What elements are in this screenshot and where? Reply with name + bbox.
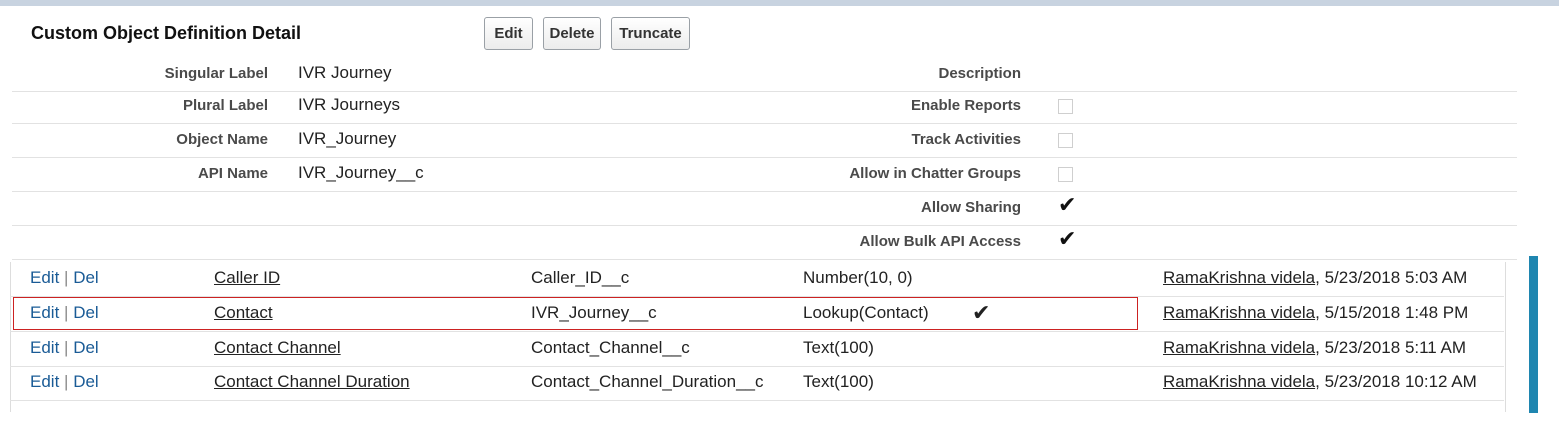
highlight-box [13, 297, 1138, 330]
object-name-label: Object Name [176, 131, 268, 148]
allow-chatter-groups-label: Allow in Chatter Groups [849, 165, 1021, 182]
plural-label-value: IVR Journeys [298, 95, 401, 114]
table-row: Edit | Del Contact Channel Duration Cont… [10, 366, 1504, 401]
field-data-type: Text(100) [803, 338, 874, 357]
top-border [0, 0, 1559, 6]
field-data-type: Text(100) [803, 372, 874, 391]
modified-by-link[interactable]: RamaKrishna videla [1163, 372, 1315, 391]
field-label-link[interactable]: Contact Channel [214, 338, 341, 358]
description-label: Description [938, 65, 1021, 82]
action-separator: | [64, 338, 69, 357]
plural-label-label: Plural Label [182, 97, 268, 114]
singular-label-value: IVR Journey [298, 63, 392, 82]
allow-chatter-groups-checkbox [1058, 167, 1073, 182]
detail-row-object-name: Object Name IVR_Journey Track Activities [12, 123, 1517, 158]
allow-bulk-api-check-icon: ✔ [1058, 226, 1077, 251]
detail-row-plural: Plural Label IVR Journeys Enable Reports [12, 89, 1517, 124]
del-link[interactable]: Del [73, 268, 99, 287]
track-activities-label: Track Activities [911, 131, 1021, 148]
enable-reports-checkbox [1058, 99, 1073, 114]
field-label-link[interactable]: Contact Channel Duration [214, 372, 410, 392]
api-name-label: API Name [197, 165, 268, 182]
detail-row-singular: Singular Label IVR Journey Description [12, 57, 1517, 92]
action-separator: | [64, 268, 69, 287]
allow-sharing-check-icon: ✔ [1058, 192, 1077, 217]
object-name-value: IVR_Journey [298, 129, 397, 148]
field-api-name: Contact_Channel__c [531, 338, 690, 357]
modified-date: , 5/23/2018 10:12 AM [1315, 372, 1477, 391]
api-name-value: IVR_Journey__c [298, 163, 424, 182]
track-activities-checkbox [1058, 133, 1073, 148]
action-separator: | [64, 372, 69, 391]
field-api-name: Caller_ID__c [531, 268, 630, 287]
del-link[interactable]: Del [73, 372, 99, 391]
allow-bulk-api-label: Allow Bulk API Access [859, 233, 1021, 250]
edit-link[interactable]: Edit [30, 338, 59, 357]
field-api-name: Contact_Channel_Duration__c [531, 372, 764, 391]
detail-row-sharing: Allow Sharing ✔ [12, 191, 1517, 226]
del-link[interactable]: Del [73, 338, 99, 357]
modified-by-link[interactable]: RamaKrishna videla [1163, 268, 1315, 287]
field-data-type: Number(10, 0) [803, 268, 913, 287]
page-title: Custom Object Definition Detail [31, 23, 302, 43]
modified-date: , 5/23/2018 5:11 AM [1315, 338, 1467, 357]
detail-row-bulk-api: Allow Bulk API Access ✔ [12, 225, 1517, 260]
edit-link[interactable]: Edit [30, 372, 59, 391]
singular-label-label: Singular Label [164, 65, 268, 82]
table-row: Edit | Del Caller ID Caller_ID__c Number… [10, 262, 1504, 297]
delete-button[interactable]: Delete [543, 17, 601, 50]
edit-link[interactable]: Edit [30, 268, 59, 287]
allow-sharing-label: Allow Sharing [920, 199, 1021, 216]
truncate-button[interactable]: Truncate [611, 17, 690, 50]
modified-date: , 5/15/2018 1:48 PM [1315, 303, 1469, 322]
enable-reports-label: Enable Reports [910, 97, 1021, 114]
modified-by-link[interactable]: RamaKrishna videla [1163, 303, 1315, 322]
field-label-link[interactable]: Caller ID [214, 268, 280, 288]
modified-by-link[interactable]: RamaKrishna videla [1163, 338, 1315, 357]
detail-row-api-name: API Name IVR_Journey__c Allow in Chatter… [12, 157, 1517, 192]
scrollbar[interactable] [1529, 256, 1538, 413]
modified-date: , 5/23/2018 5:03 AM [1315, 268, 1468, 287]
table-row: Edit | Del Contact Channel Contact_Chann… [10, 332, 1504, 367]
edit-button[interactable]: Edit [484, 17, 533, 50]
